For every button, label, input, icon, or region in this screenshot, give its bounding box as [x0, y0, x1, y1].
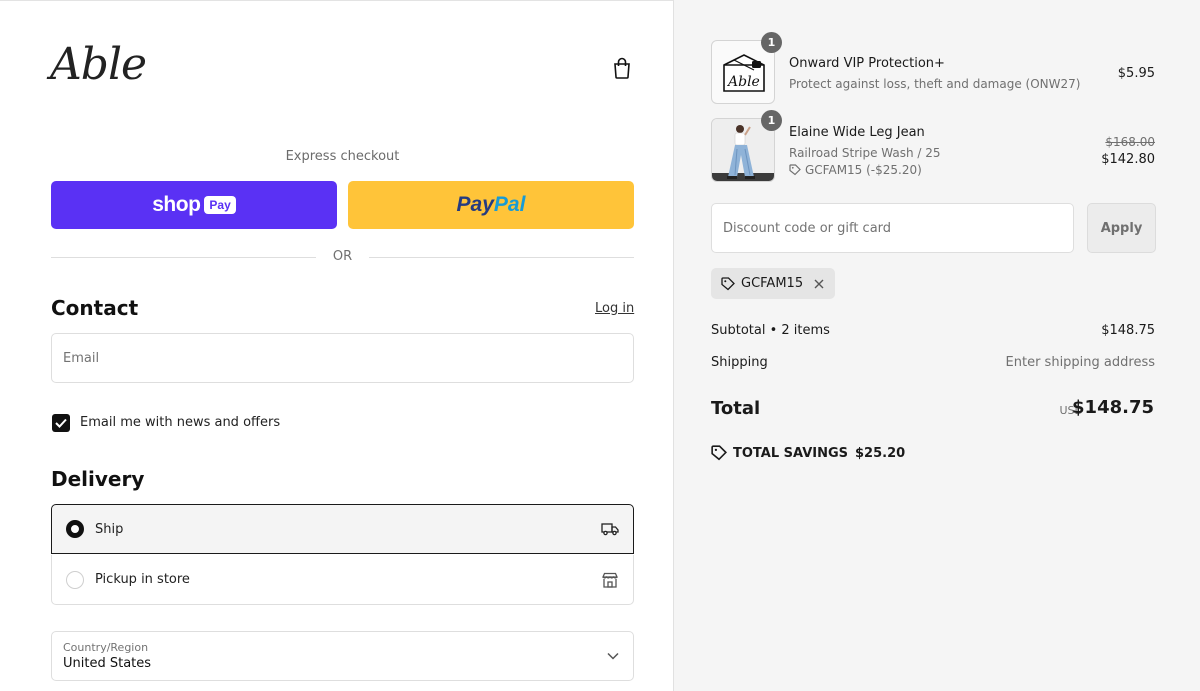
shipping-label: Shipping — [711, 355, 768, 370]
quantity-badge: 1 — [761, 32, 782, 53]
shop-pay-wordmark: shop — [152, 193, 201, 216]
total-savings: TOTAL SAVINGS $25.20 — [711, 445, 905, 461]
chevron-down-icon — [607, 652, 619, 660]
item-original-price: $168.00 — [1105, 135, 1155, 149]
email-field[interactable] — [52, 334, 633, 382]
pickup-radio[interactable] — [66, 570, 84, 589]
delivery-heading: Delivery — [51, 467, 145, 491]
tag-icon — [711, 445, 727, 461]
quantity-badge: 1 — [761, 110, 782, 131]
paypal-wordmark-pal: Pal — [493, 193, 526, 216]
item-price: $5.95 — [1117, 66, 1155, 81]
item-variant: Railroad Stripe Wash / 25 — [789, 146, 941, 160]
divider-line — [369, 257, 634, 258]
delivery-option-ship[interactable]: Ship — [51, 504, 634, 554]
subtotal-label: Subtotal • 2 items — [711, 323, 830, 338]
tag-icon — [721, 276, 735, 290]
or-divider: OR — [51, 249, 634, 265]
newsletter-label[interactable]: Email me with news and offers — [80, 415, 280, 430]
paypal-button[interactable]: Pay Pal — [348, 181, 634, 229]
cart-line-item: 1 Elaine Wide Leg Jean Railroad Stripe W… — [711, 110, 1155, 182]
newsletter-checkbox[interactable] — [52, 414, 70, 432]
thumbnail-logo-text: Able — [728, 74, 760, 90]
brand-logo[interactable]: Able — [50, 39, 147, 90]
cart-line-item: Able 1 Onward VIP Protection+ Protect ag… — [711, 32, 1155, 104]
subtotal-row: Subtotal • 2 items $148.75 — [711, 323, 1155, 338]
paypal-wordmark-pay: Pay — [456, 193, 494, 216]
discount-field-wrapper — [711, 203, 1074, 253]
item-name: Elaine Wide Leg Jean — [789, 125, 925, 140]
savings-label: TOTAL SAVINGS — [733, 445, 849, 461]
express-checkout-label: Express checkout — [285, 149, 400, 164]
savings-value: $25.20 — [855, 445, 906, 461]
applied-code-text: GCFAM15 — [741, 276, 804, 291]
subtotal-value: $148.75 — [1101, 323, 1155, 338]
contact-heading: Contact — [51, 296, 139, 320]
tag-icon — [789, 164, 801, 176]
country-label: Country/Region — [63, 641, 149, 654]
delivery-option-pickup[interactable]: Pickup in store — [51, 555, 634, 605]
email-field-wrapper — [51, 333, 634, 383]
login-link[interactable]: Log in — [595, 301, 634, 316]
truck-icon — [601, 523, 619, 536]
apply-discount-button[interactable]: Apply — [1087, 203, 1156, 253]
ship-label: Ship — [95, 521, 124, 537]
shipping-value: Enter shipping address — [1005, 355, 1155, 370]
country-select[interactable]: Country/Region United States — [51, 631, 634, 681]
store-icon — [602, 572, 618, 588]
total-label: Total — [711, 398, 761, 419]
applied-discount-chip: GCFAM15 — [711, 268, 835, 299]
ship-radio[interactable] — [66, 520, 84, 538]
discount-code-input[interactable] — [712, 204, 1073, 252]
shipping-row: Shipping Enter shipping address — [711, 355, 1155, 370]
pickup-label: Pickup in store — [95, 572, 190, 587]
close-icon[interactable] — [813, 278, 825, 290]
shopping-bag-icon[interactable] — [612, 57, 632, 79]
item-discount: GCFAM15 (-$25.20) — [789, 163, 922, 177]
shop-pay-button[interactable]: shop Pay — [51, 181, 337, 229]
item-name: Onward VIP Protection+ — [789, 56, 945, 71]
country-value: United States — [63, 656, 152, 671]
checkmark-icon — [55, 418, 67, 428]
item-discount-text: GCFAM15 (-$25.20) — [805, 163, 922, 177]
shop-pay-pill: Pay — [204, 196, 236, 214]
total-value: $148.75 — [1072, 397, 1154, 418]
checkout-main-panel: Able Express checkout shop Pay Pay Pal OR… — [0, 0, 673, 691]
order-summary-panel: Able 1 Onward VIP Protection+ Protect ag… — [673, 0, 1200, 691]
item-price: $142.80 — [1101, 152, 1155, 167]
item-subtitle: Protect against loss, theft and damage (… — [789, 77, 1081, 91]
